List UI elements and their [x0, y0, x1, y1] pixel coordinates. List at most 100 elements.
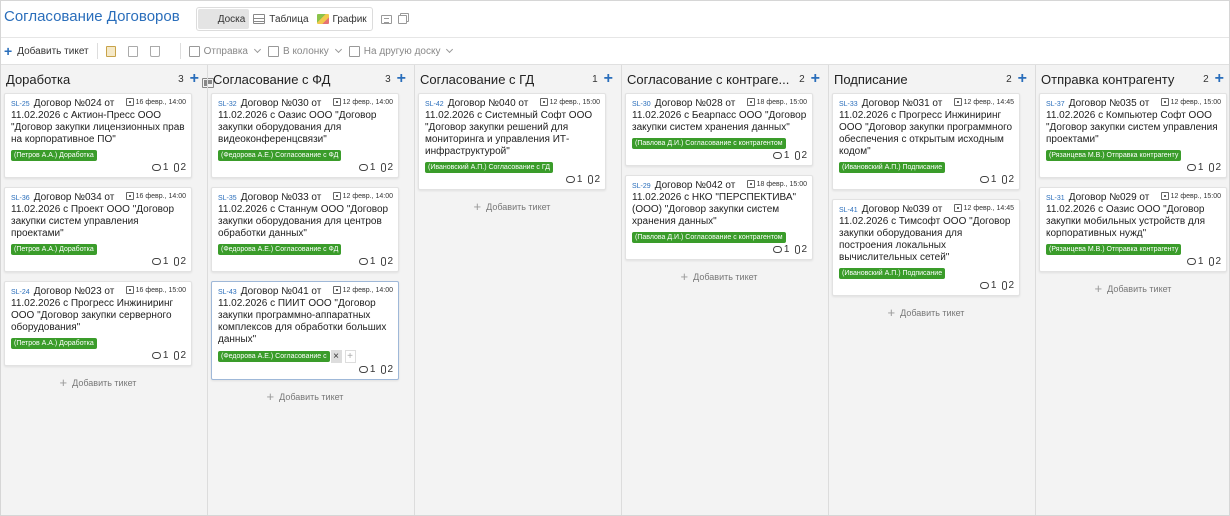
ticket-card[interactable]: SL-37 Договор №035 от 12 февр., 15:00 11…: [1039, 93, 1227, 178]
paperclip-icon: [1209, 163, 1215, 172]
ticket-id[interactable]: SL-32: [218, 101, 237, 108]
add-ticket-button[interactable]: + Добавить тикет: [4, 44, 89, 58]
ticket-id[interactable]: SL-42: [425, 101, 444, 108]
ticket-id[interactable]: SL-36: [11, 195, 30, 202]
paperclip-icon: [174, 351, 180, 360]
ticket-card[interactable]: SL-24 Договор №023 от 16 февр., 15:00 11…: [4, 281, 192, 366]
ticket-card[interactable]: SL-43 Договор №041 от 12 февр., 14:00 11…: [211, 281, 399, 380]
status-badge: (Федорова А.Е.) Согласование с ФД: [218, 150, 342, 161]
ticket-deadline: 16 февр., 15:00: [125, 286, 186, 294]
column-add-ticket-button[interactable]: + Добавить тикет: [1039, 281, 1227, 296]
paperclip-icon: [795, 245, 801, 254]
ticket-id[interactable]: SL-30: [632, 101, 651, 108]
column-count: 3: [385, 73, 391, 85]
ticket-id[interactable]: SL-41: [839, 207, 858, 214]
ticket-card[interactable]: SL-29 Договор №042 от 18 февр., 15:00 11…: [625, 175, 813, 260]
ticket-title: Договор №031 от: [861, 98, 943, 109]
ticket-deadline: 12 февр., 15:00: [539, 98, 600, 106]
table-icon: [253, 14, 266, 24]
ticket-description: 11.02.2026 с Оазис ООО "Договор закупки …: [218, 110, 377, 145]
view-table-button[interactable]: Таблица: [249, 9, 312, 29]
ticket-id[interactable]: SL-33: [839, 101, 858, 108]
ticket-card[interactable]: SL-30 Договор №028 от 18 февр., 15:00 11…: [625, 93, 813, 166]
ticket-title: Договор №033 от: [240, 192, 322, 203]
ticket-card[interactable]: SL-33 Договор №031 от 12 февр., 14:45 11…: [832, 93, 1020, 190]
ticket-deadline: 12 февр., 14:00: [332, 98, 393, 106]
calendar-icon: [125, 192, 134, 200]
comment-count: 1: [990, 280, 997, 291]
toolbar: + Добавить тикет Отправка В колонку На д…: [1, 37, 1229, 65]
column-add-button[interactable]: +: [604, 71, 613, 87]
ticket-id[interactable]: SL-37: [1046, 101, 1065, 108]
ticket-id[interactable]: SL-25: [11, 101, 30, 108]
ticket-id[interactable]: SL-29: [632, 183, 651, 190]
paperclip-icon: [174, 163, 180, 172]
ticket-id[interactable]: SL-31: [1046, 195, 1065, 202]
ticket-title: Договор №042 от: [654, 180, 736, 191]
status-badge: (Рязанцева М.В.) Отправка контрагенту: [1046, 244, 1182, 255]
ticket-title: Договор №034 от: [33, 192, 115, 203]
column-add-button[interactable]: +: [1018, 71, 1027, 87]
ticket-card[interactable]: SL-31 Договор №029 от 12 февр., 15:00 11…: [1039, 187, 1227, 272]
attachment-count: 2: [1008, 280, 1014, 291]
comment-count: 1: [783, 150, 790, 161]
plus-icon: +: [1094, 281, 1103, 296]
attachment-count: 2: [387, 162, 393, 173]
chevron-down-icon: [334, 45, 342, 54]
paperclip-icon: [1002, 175, 1008, 184]
column-add-ticket-button[interactable]: + Добавить тикет: [418, 199, 606, 214]
collapse-icon[interactable]: [380, 14, 392, 24]
column-add-ticket-button[interactable]: + Добавить тикет: [4, 375, 192, 390]
comment-count: 1: [162, 350, 169, 361]
ticket-id[interactable]: SL-43: [218, 289, 237, 296]
ticket-date: 12 февр., 15:00: [1170, 98, 1221, 106]
ticket-title: Договор №029 от: [1068, 192, 1150, 203]
send-dropdown[interactable]: Отправка: [188, 45, 268, 57]
ticket-card[interactable]: SL-41 Договор №039 от 12 февр., 14:45 11…: [832, 199, 1020, 296]
ticket-card[interactable]: SL-35 Договор №033 от 12 февр., 14:00 11…: [211, 187, 399, 272]
column-add-button[interactable]: +: [190, 71, 199, 87]
status-badge: (Петров А.А.) Доработка: [11, 150, 97, 161]
add-ticket-label: Добавить тикет: [72, 377, 137, 388]
column-add-button[interactable]: +: [397, 71, 406, 87]
ticket-card[interactable]: SL-32 Договор №030 от 12 февр., 14:00 11…: [211, 93, 399, 178]
ticket-id[interactable]: SL-24: [11, 289, 30, 296]
view-board-button[interactable]: Доска: [197, 9, 250, 88]
ticket-description: 11.02.2026 с НКО "ПЕРСПЕКТИВА" (ООО) "До…: [632, 192, 797, 227]
comment-count: 1: [369, 364, 376, 375]
paperclip-icon: [174, 257, 180, 266]
copy-icon[interactable]: [397, 14, 407, 24]
remove-tag-icon[interactable]: ×: [330, 350, 342, 363]
comment-icon: [979, 176, 989, 183]
ticket-description: 11.02.2026 с Тимсофт ООО "Договор закупк…: [839, 216, 1011, 263]
ticket-description: 11.02.2026 с Беарпасс ООО "Договор закуп…: [632, 110, 807, 133]
column-add-ticket-button[interactable]: + Добавить тикет: [625, 269, 813, 284]
column-add-ticket-button[interactable]: + Добавить тикет: [832, 305, 1020, 320]
to-other-board-dropdown[interactable]: На другую доску: [348, 45, 461, 57]
paste-icon[interactable]: [105, 45, 116, 57]
column-add-button[interactable]: +: [1215, 71, 1224, 87]
status-badge: (Федорова А.Е.) Согласование с ФД: [218, 244, 342, 255]
copy-ticket-icon[interactable]: [127, 45, 138, 57]
column-add-button[interactable]: +: [811, 71, 820, 87]
column-add-ticket-button[interactable]: + Добавить тикет: [211, 389, 399, 404]
to-column-dropdown[interactable]: В колонку: [268, 45, 349, 57]
ticket-card[interactable]: SL-36 Договор №034 от 16 февр., 14:00 11…: [4, 187, 192, 272]
ticket-title: Договор №030 от: [240, 98, 322, 109]
comment-icon: [772, 152, 782, 159]
comment-count: 1: [162, 162, 169, 173]
ticket-card[interactable]: SL-25 Договор №024 от 16 февр., 14:00 11…: [4, 93, 192, 178]
status-badge: (Рязанцева М.В.) Отправка контрагенту: [1046, 150, 1182, 161]
ticket-deadline: 12 февр., 14:45: [953, 98, 1014, 106]
board-column: Согласование с ФД 3 + SL-32 Договор №030…: [208, 65, 415, 515]
add-tag-icon[interactable]: +: [344, 350, 356, 363]
column-icon: [268, 45, 279, 57]
ticket-deadline: 16 февр., 14:00: [125, 192, 186, 200]
ticket-card[interactable]: SL-42 Договор №040 от 12 февр., 15:00 11…: [418, 93, 606, 190]
trash-icon[interactable]: [149, 45, 160, 57]
ticket-id[interactable]: SL-35: [218, 195, 237, 202]
view-chart-button[interactable]: График: [313, 9, 371, 29]
ticket-deadline: 12 февр., 15:00: [1160, 98, 1221, 106]
ticket-description: 11.02.2026 с ПИИТ ООО "Договор закупки п…: [218, 298, 387, 345]
ticket-date: 18 февр., 15:00: [756, 180, 807, 188]
